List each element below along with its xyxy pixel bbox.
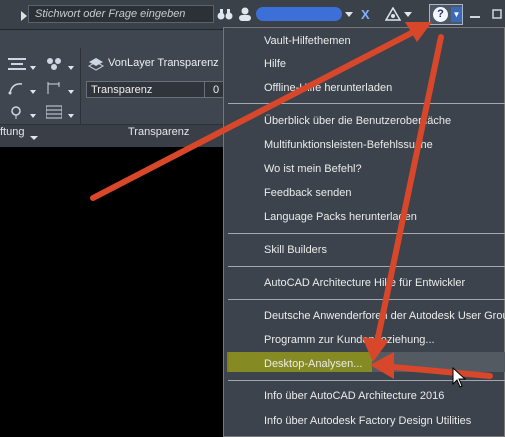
- annotation-overlay: [90, 22, 493, 388]
- annotation-arrow-line-2: [372, 34, 444, 355]
- annotation-arrow-line-1: [90, 23, 428, 201]
- annotation-arrow-line-3: [379, 363, 493, 379]
